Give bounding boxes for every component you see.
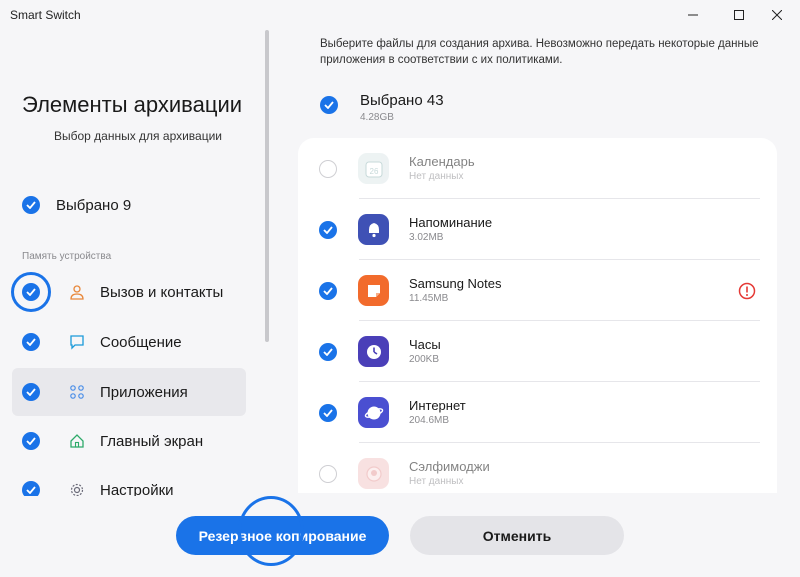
internet-icon — [358, 397, 389, 428]
category-calls-contacts[interactable]: Вызов и контакты — [12, 268, 246, 316]
backup-button[interactable]: Резервное копирование — [176, 516, 389, 555]
category-label: Вызов и контакты — [100, 283, 224, 301]
app-name: Сэлфимоджи — [409, 459, 490, 474]
title-bar: Smart Switch — [0, 0, 800, 30]
minimize-button[interactable] — [670, 0, 716, 30]
select-all-label: Выбрано 9 — [56, 196, 132, 214]
list-item[interactable]: Samsung Notes 11.45MB — [298, 260, 777, 321]
checkbox-checked-icon[interactable] — [22, 432, 40, 450]
list-item[interactable]: Сэлфимоджи Нет данных — [298, 443, 777, 493]
checkbox-checked-icon[interactable] — [319, 221, 337, 239]
svg-text:26: 26 — [369, 167, 378, 176]
calendar-icon: 26 — [358, 153, 389, 184]
maximize-icon — [734, 10, 744, 20]
apps-grid-icon — [68, 383, 86, 401]
person-icon — [68, 283, 86, 301]
category-apps[interactable]: Приложения — [12, 368, 246, 416]
app-size: 3.02MB — [409, 232, 444, 243]
checkbox-checked-icon[interactable] — [319, 343, 337, 361]
minimize-icon — [688, 14, 698, 16]
app-name: Часы — [409, 337, 441, 352]
close-icon — [772, 10, 782, 20]
checkbox-checked-icon[interactable] — [320, 96, 338, 114]
home-icon — [68, 432, 86, 450]
window-title: Smart Switch — [10, 8, 81, 22]
clock-icon — [358, 336, 389, 367]
app-name: Календарь — [409, 154, 475, 169]
checkbox-checked-icon[interactable] — [319, 404, 337, 422]
list-item[interactable]: 26 Календарь Нет данных — [298, 138, 777, 199]
app-size: Нет данных — [409, 476, 464, 487]
left-scrollbar[interactable] — [265, 30, 269, 342]
info-text: Выберите файлы для создания архива. Нево… — [320, 38, 759, 66]
category-home-screen[interactable]: Главный экран — [12, 417, 246, 465]
category-label: Сообщение — [100, 333, 182, 351]
section-label: Память устройства — [22, 251, 112, 262]
page-title: Элементы архивации — [22, 92, 243, 117]
checkbox-checked-icon[interactable] — [22, 333, 40, 351]
bell-icon — [358, 214, 389, 245]
category-settings[interactable]: Настройки — [12, 466, 246, 496]
app-size: Нет данных — [409, 171, 464, 182]
category-label: Главный экран — [100, 432, 204, 450]
select-all-size: 4.28GB — [360, 112, 394, 123]
category-label: Приложения — [100, 383, 188, 401]
page-subtitle: Выбор данных для архивации — [53, 129, 223, 143]
checkbox-unchecked-icon[interactable] — [319, 160, 337, 178]
checkbox-unchecked-icon[interactable] — [319, 465, 337, 483]
cancel-button[interactable]: Отменить — [410, 516, 624, 555]
app-size: 204.6MB — [409, 415, 450, 426]
warning-icon[interactable] — [738, 282, 756, 305]
list-item[interactable]: Часы 200KB — [298, 321, 777, 382]
select-all-categories[interactable]: Выбрано 9 — [22, 196, 131, 214]
app-name: Напоминание — [409, 215, 493, 230]
notes-icon — [358, 275, 389, 306]
list-item[interactable]: Интернет 204.6MB — [298, 382, 777, 443]
list-item[interactable]: Напоминание 3.02MB — [298, 199, 777, 260]
message-icon — [68, 333, 86, 351]
category-label: Настройки — [100, 481, 174, 497]
checkbox-checked-icon[interactable] — [22, 383, 40, 401]
app-list[interactable]: 26 Календарь Нет данных Напоминание 3.02… — [298, 138, 777, 493]
checkbox-checked-icon[interactable] — [22, 283, 40, 301]
app-name: Интернет — [409, 398, 466, 413]
checkbox-checked-icon[interactable] — [22, 196, 40, 214]
checkbox-checked-icon[interactable] — [22, 481, 40, 496]
category-messages[interactable]: Сообщение — [12, 318, 246, 366]
close-button[interactable] — [754, 0, 800, 30]
select-all-label: Выбрано 43 — [360, 92, 444, 109]
app-name: Samsung Notes — [409, 276, 502, 291]
app-size: 200KB — [409, 354, 440, 365]
checkbox-checked-icon[interactable] — [319, 282, 337, 300]
gear-icon — [68, 481, 86, 496]
selfiemoji-icon — [358, 458, 389, 489]
app-size: 11.45MB — [409, 293, 449, 304]
